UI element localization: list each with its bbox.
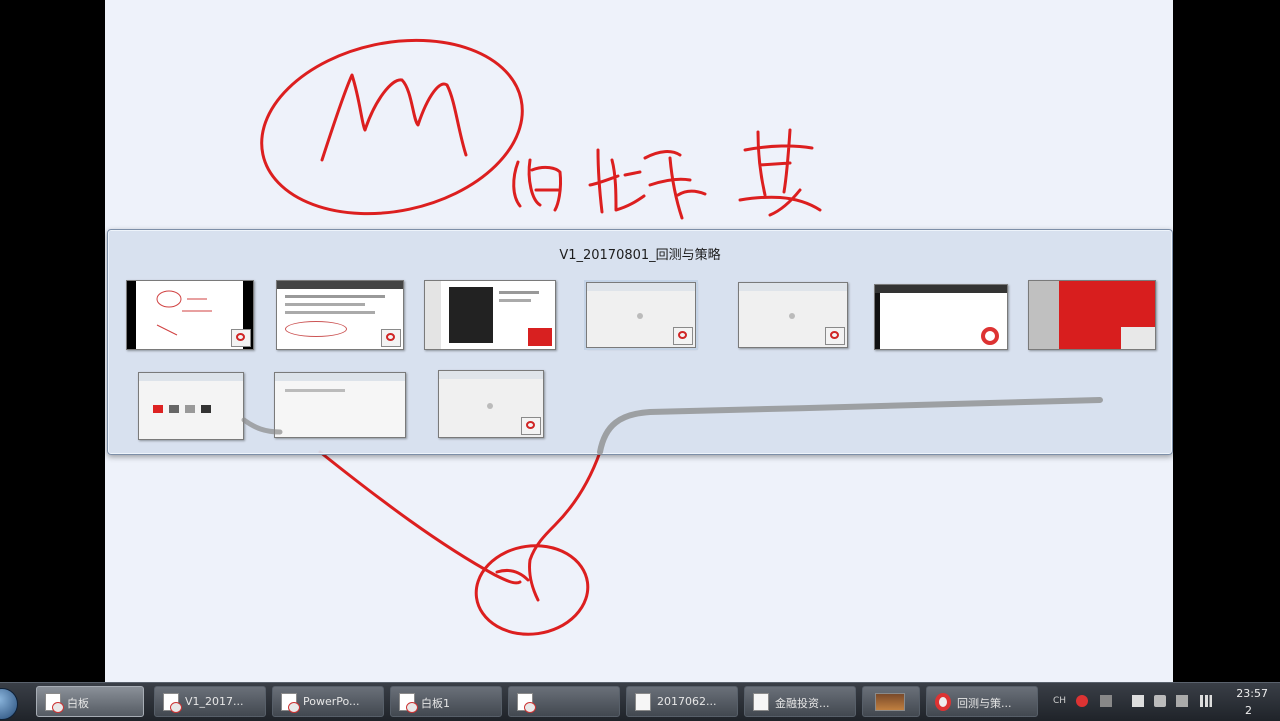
app-icon [517,693,536,713]
document-icon [635,693,651,711]
window-thumb-explorer[interactable] [138,372,244,440]
window-switcher: V1_20170801_回测与策略 [107,229,1173,455]
clock-date[interactable]: 2 [1245,704,1252,717]
taskbar-item-chrome[interactable]: 回测与策... [926,686,1038,717]
whiteboard-icon [399,693,418,713]
switcher-title: V1_20170801_回测与策略 [559,248,721,263]
taskbar-item-stack[interactable] [862,686,920,717]
powerpoint-icon [281,693,300,713]
taskbar-item-powerpoint[interactable]: PowerPo... [272,686,384,717]
powerpoint-icon [163,693,182,713]
whiteboard-app-icon [673,327,693,345]
taskbar-item-whiteboard[interactable]: 白板 [36,686,144,717]
window-thumb-blank-1[interactable] [584,280,698,350]
chrome-icon [935,693,951,711]
device-icon[interactable] [1176,695,1188,707]
taskbar-item-whiteboard-1[interactable]: 白板1 [390,686,502,717]
input-method-icon[interactable] [1076,695,1088,707]
taskbar-item-2017062[interactable]: 2017062... [626,686,738,717]
signal-icon[interactable] [1200,695,1212,707]
taskbar: 白板 V1_2017... PowerPo... 白板1 2017062... … [0,682,1280,721]
start-button[interactable] [0,688,18,720]
stack-icon [875,693,905,711]
taskbar-item-v1-2017[interactable]: V1_2017... [154,686,266,717]
flag-icon[interactable] [1132,695,1144,707]
window-thumb-red-slide[interactable] [1028,280,1156,350]
window-thumb-blank-3[interactable] [438,370,544,438]
whiteboard-app-icon [381,329,401,347]
language-indicator[interactable]: CH [1053,696,1066,706]
whiteboard-app-icon [231,329,251,347]
tray-app-icon[interactable] [1100,695,1112,707]
clock-time[interactable]: 23:57 [1236,687,1268,700]
system-tray: CH 23:57 2 [1040,683,1280,721]
taskbar-item-app[interactable] [508,686,620,717]
taskbar-item-finance[interactable]: 金融投资... [744,686,856,717]
window-thumb-blank-2[interactable] [738,282,848,348]
window-thumb-editor[interactable] [274,372,406,438]
window-thumb-browser-doc[interactable] [276,280,404,350]
document-icon [753,693,769,711]
window-thumb-whiteboard[interactable] [126,280,254,350]
whiteboard-app-icon [825,327,845,345]
whiteboard-app-icon [521,417,541,435]
volume-icon[interactable] [1154,695,1166,707]
whiteboard-icon [45,693,64,713]
window-thumb-chrome[interactable] [874,284,1008,350]
window-thumb-powerpoint[interactable] [424,280,556,350]
